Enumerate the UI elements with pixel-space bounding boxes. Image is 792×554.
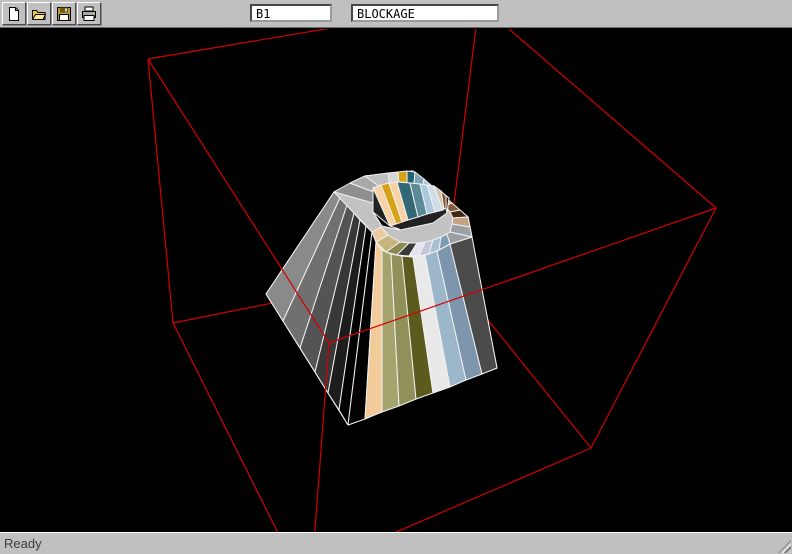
wireframe-edge	[148, 29, 479, 59]
app-window: Ready	[0, 0, 792, 554]
viewport-3d[interactable]	[0, 29, 792, 532]
status-bar: Ready	[0, 532, 792, 554]
scene-canvas	[0, 29, 792, 532]
block-id-field[interactable]	[250, 4, 332, 22]
status-text: Ready	[4, 536, 42, 551]
toolbar-buttons	[2, 2, 101, 25]
toolbar	[0, 0, 792, 28]
block-label-field[interactable]	[351, 4, 499, 22]
wireframe-edge	[148, 59, 329, 343]
open-folder-button[interactable]	[27, 2, 51, 25]
wireframe-edge	[479, 29, 716, 208]
new-document-icon	[6, 6, 22, 22]
wireframe-edge	[173, 323, 303, 532]
new-document-button[interactable]	[2, 2, 26, 25]
wireframe-edge	[148, 59, 173, 323]
wireframe-edge	[278, 448, 591, 532]
print-icon	[81, 6, 97, 22]
save-icon	[56, 6, 72, 22]
open-folder-icon	[31, 6, 47, 22]
save-button[interactable]	[52, 2, 76, 25]
print-button[interactable]	[77, 2, 101, 25]
wireframe-edge	[591, 208, 716, 448]
resize-grip-icon[interactable]	[778, 540, 791, 553]
